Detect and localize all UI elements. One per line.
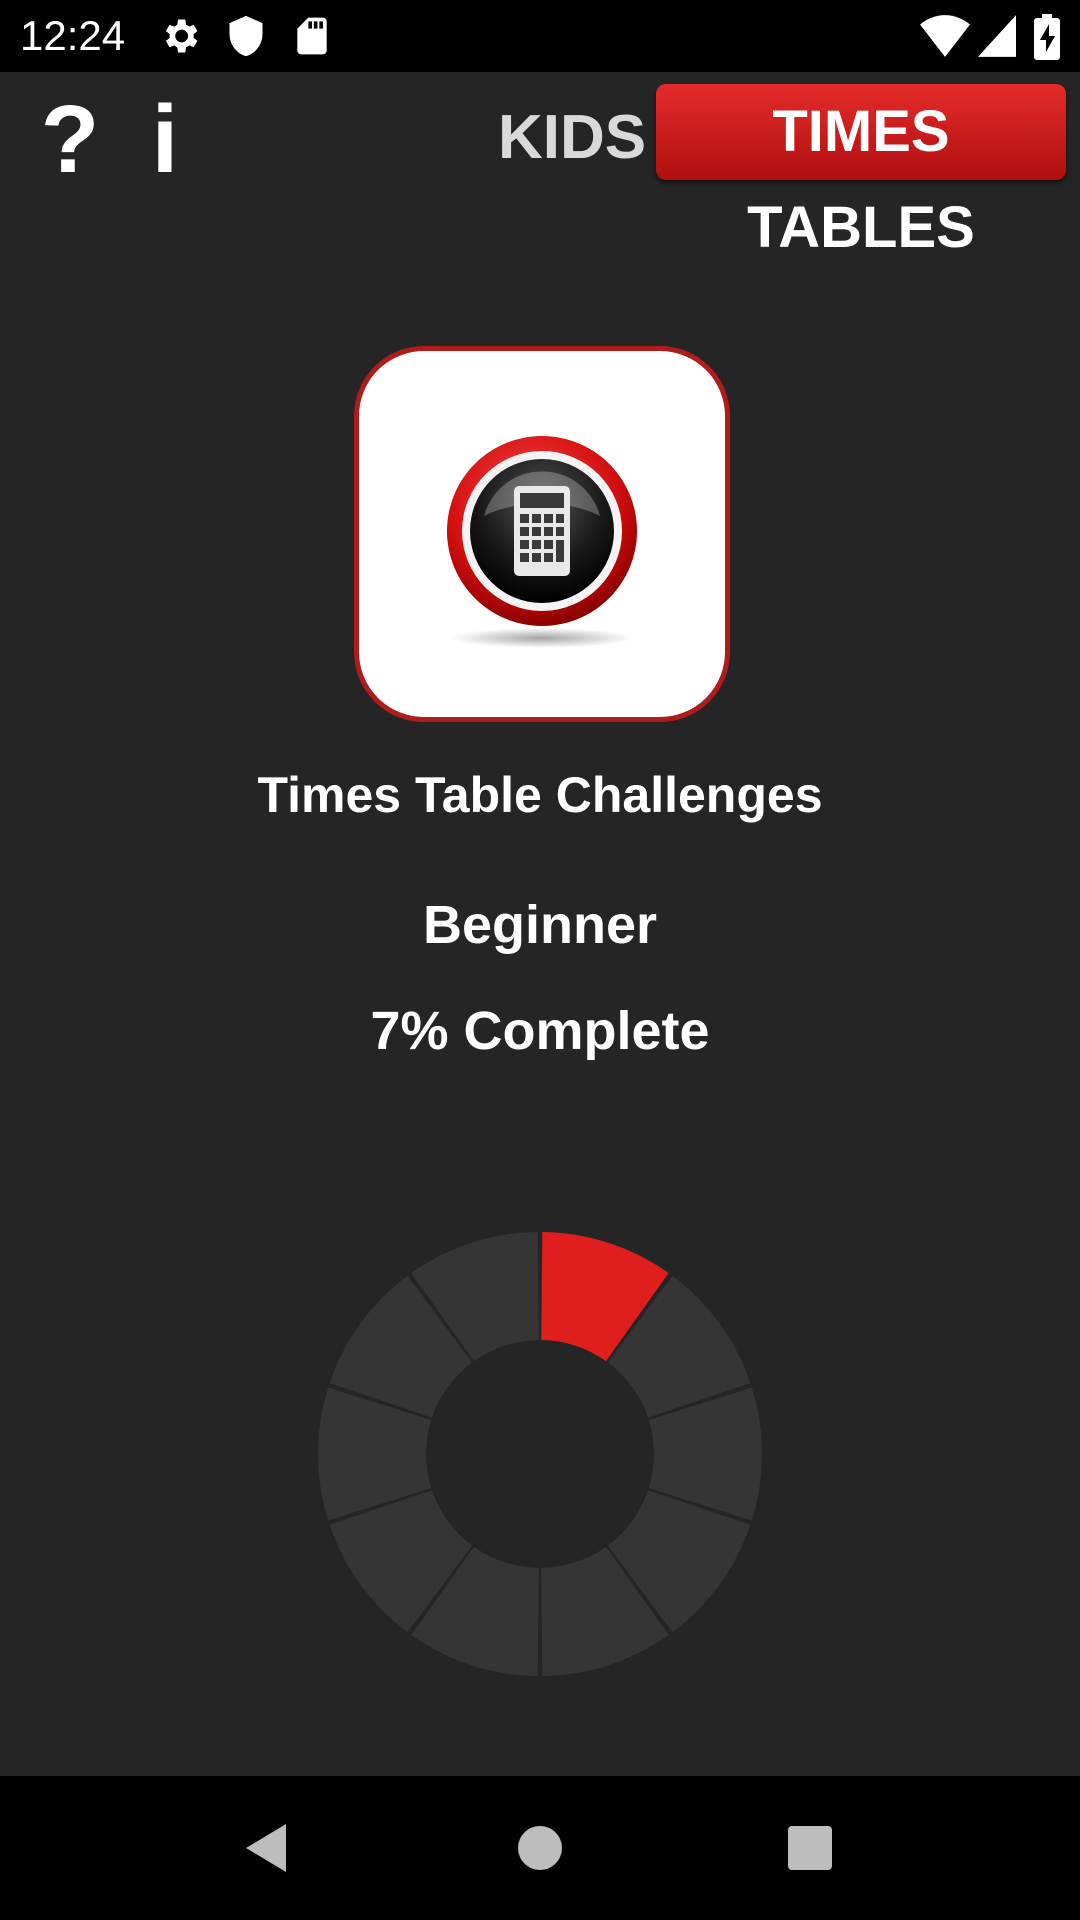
status-bar: 12:24: [0, 0, 1080, 72]
recents-icon[interactable]: [778, 1816, 842, 1880]
gear-icon: [165, 19, 198, 53]
home-icon[interactable]: [508, 1816, 572, 1880]
battery-charging-icon: [1034, 14, 1060, 60]
info-button[interactable]: i: [140, 90, 190, 190]
brand-kids-label: KIDS: [498, 103, 647, 172]
help-button[interactable]: ?: [40, 90, 100, 190]
challenge-title: Times Table Challenges: [257, 767, 823, 823]
app-icon-card[interactable]: [354, 346, 730, 722]
progress-ring: [316, 1230, 764, 1678]
shield-icon: [229, 15, 263, 57]
signal-icon: [978, 15, 1016, 57]
calculator-icon: [447, 436, 637, 648]
sd-card-icon: [297, 17, 327, 55]
level-label: Beginner: [422, 895, 658, 955]
navigation-bar: [0, 1776, 1080, 1920]
progress-ring-svg: [318, 1232, 762, 1676]
wifi-icon: [920, 15, 970, 57]
back-icon[interactable]: [236, 1816, 300, 1880]
brand-times-tables-badge: TIMES TABLES: [656, 84, 1066, 260]
progress-label: 7% Complete: [370, 1001, 710, 1061]
status-time: 12:24: [20, 12, 126, 59]
app-bar: ? i KIDS TIMES TABLES: [0, 72, 1080, 260]
